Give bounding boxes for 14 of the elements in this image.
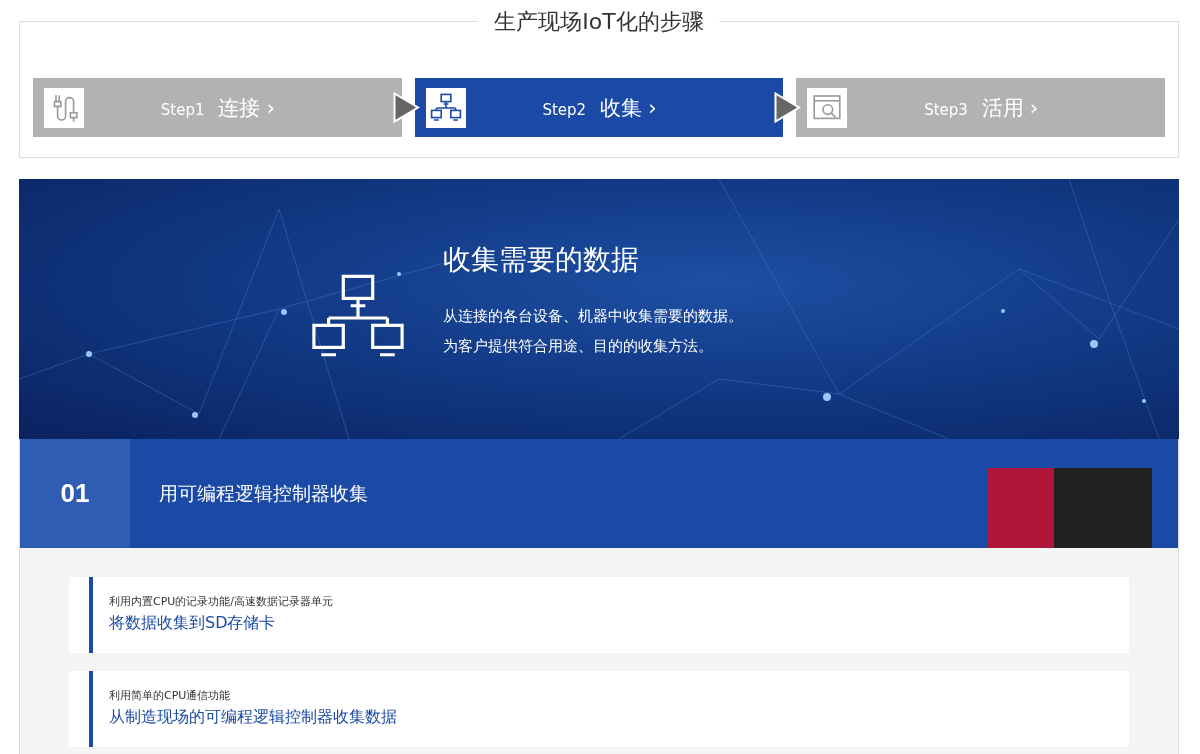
triangle-arrow-icon <box>774 92 802 123</box>
section-number: 01 <box>20 439 130 548</box>
banner-text: 从连接的各台设备、机器中收集需要的数据。 <box>443 306 743 327</box>
card-title: 从制造现场的可编程逻辑控制器收集数据 <box>109 707 397 728</box>
link-card[interactable]: 利用简单的CPU通信功能 从制造现场的可编程逻辑控制器收集数据 <box>69 671 1129 747</box>
link-card[interactable]: 利用内置CPU的记录功能/高速数据记录器单元 将数据收集到SD存储卡 <box>69 577 1129 653</box>
triangle-arrow-icon <box>392 92 420 123</box>
banner-title: 收集需要的数据 <box>443 242 640 278</box>
step-tab[interactable]: Step2 收集 › <box>414 78 784 137</box>
card-subtitle: 利用内置CPU的记录功能/高速数据记录器单元 <box>109 594 334 609</box>
card-subtitle: 利用简单的CPU通信功能 <box>109 688 232 703</box>
card-title: 将数据收集到SD存储卡 <box>109 613 277 634</box>
banner-text: 为客户提供符合用途、目的的收集方法。 <box>443 336 714 357</box>
section-title: 用可编程逻辑控制器收集 <box>159 480 368 506</box>
